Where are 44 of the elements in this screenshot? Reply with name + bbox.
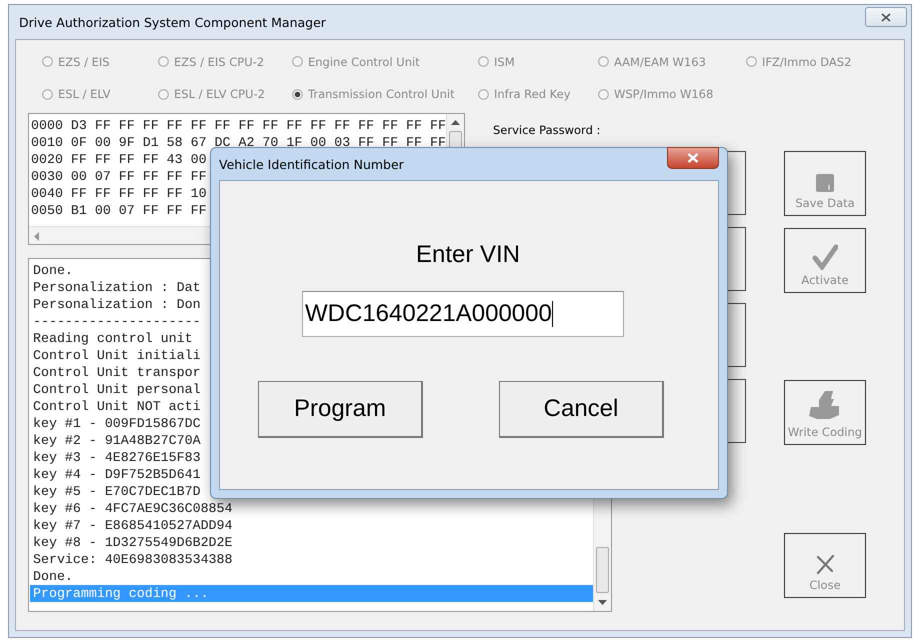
window-title: Drive Authorization System Component Manager bbox=[19, 14, 326, 30]
close-icon bbox=[814, 553, 836, 575]
log-line[interactable]: Done. bbox=[30, 262, 73, 279]
floppy-icon bbox=[815, 173, 835, 193]
hex-row: 0030 00 07 FF FF FF FF bbox=[31, 168, 207, 185]
log-line[interactable]: Control Unit NOT acti bbox=[30, 398, 201, 415]
log-line[interactable]: Control Unit initiali bbox=[30, 347, 201, 364]
scroll-down-arrow-icon[interactable] bbox=[598, 600, 607, 606]
hex-row: 0010 0F 00 9F D1 58 67 DC A2 70 1F 00 03 FF FF FF FF bbox=[31, 134, 446, 151]
dialog-button[interactable]: Cancel bbox=[499, 381, 664, 438]
log-line[interactable]: key #3 - 4E8276E15F83 bbox=[30, 449, 201, 466]
log-line[interactable]: Personalization : Don bbox=[30, 296, 201, 313]
scroll-left-arrow-icon[interactable] bbox=[33, 232, 39, 241]
log-line[interactable]: Reading control unit bbox=[30, 330, 193, 347]
dialog-button[interactable]: Program bbox=[258, 381, 423, 438]
log-line[interactable]: --------------------- bbox=[30, 313, 201, 330]
check-icon bbox=[812, 244, 838, 270]
log-line[interactable]: Control Unit personal bbox=[30, 381, 201, 398]
log-line[interactable]: key #5 - E70C7DEC1B7D bbox=[30, 483, 201, 500]
log-line[interactable]: Service: 40E6983083534388 bbox=[30, 551, 232, 568]
log-line[interactable]: Personalization : Dat bbox=[30, 279, 201, 296]
log-line[interactable]: key #2 - 91A48B27C70A bbox=[30, 432, 201, 449]
scroll-up-arrow-icon[interactable] bbox=[451, 119, 460, 125]
hex-row: 0050 B1 00 07 FF FF FF bbox=[31, 202, 207, 219]
close-button[interactable] bbox=[667, 147, 719, 169]
service-password-label: Service Password : bbox=[493, 123, 600, 137]
prompt-label: Enter VIN bbox=[416, 241, 520, 269]
log-line[interactable]: key #1 - 009FD15867DC bbox=[30, 415, 201, 432]
hex-row: 0040 FF FF FF FF FF 10 bbox=[31, 185, 207, 202]
hex-row: 0000 D3 FF FF FF FF FF FF FF FF FF FF FF FF FF FF FF bbox=[31, 117, 446, 134]
scroll-thumb[interactable] bbox=[596, 547, 609, 593]
close-button[interactable] bbox=[865, 7, 907, 27]
log-line[interactable]: key #4 - D9F752B5D641 bbox=[30, 466, 201, 483]
dialog-title: Vehicle Identification Number bbox=[219, 156, 404, 172]
text-cursor bbox=[552, 301, 553, 327]
log-line[interactable]: key #8 - 1D3275549D6B2D2E bbox=[30, 534, 232, 551]
close-icon bbox=[687, 153, 699, 163]
hex-row: 0020 FF FF FF FF 43 00 bbox=[31, 151, 207, 168]
close-icon bbox=[881, 12, 891, 22]
vin-input-field[interactable]: WDC1640221A000000 bbox=[302, 291, 624, 337]
log-line[interactable]: Control Unit transpor bbox=[30, 364, 201, 381]
log-line[interactable]: key #6 - 4FC7AE9C36C08854 bbox=[30, 500, 232, 517]
log-line[interactable]: key #7 - E8685410527ADD94 bbox=[30, 517, 232, 534]
log-line[interactable]: Done. bbox=[30, 568, 73, 585]
